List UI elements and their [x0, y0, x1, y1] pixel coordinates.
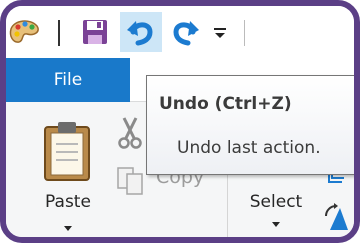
copy-icon — [117, 167, 143, 195]
paste-label: Paste — [45, 192, 91, 212]
toolbar-separator — [244, 20, 245, 46]
paint-app-icon[interactable] — [6, 14, 44, 50]
toolbar-separator — [58, 20, 60, 46]
undo-tooltip: Undo (Ctrl+Z) Undo last action. — [146, 75, 354, 175]
clipboard-icon — [44, 122, 90, 181]
paste-dropdown-icon — [64, 226, 72, 231]
tooltip-title: Undo (Ctrl+Z) — [159, 94, 292, 114]
select-dropdown-icon — [272, 222, 280, 227]
save-icon[interactable] — [78, 14, 112, 50]
select-label: Select — [249, 192, 303, 212]
app-window: File Paste Copy Select Undo (Ctrl+Z) Und… — [0, 0, 360, 243]
quick-access-toolbar — [6, 6, 354, 58]
rotate-icon[interactable] — [324, 202, 350, 232]
tooltip-description: Undo last action. — [177, 138, 321, 158]
customize-toolbar-icon[interactable] — [206, 14, 234, 50]
select-button[interactable]: Select — [240, 172, 312, 232]
file-tab[interactable]: File — [6, 58, 130, 102]
cut-icon[interactable] — [116, 116, 144, 150]
undo-icon[interactable] — [122, 14, 160, 50]
paste-button[interactable]: Paste — [28, 116, 108, 236]
redo-icon[interactable] — [166, 14, 204, 50]
